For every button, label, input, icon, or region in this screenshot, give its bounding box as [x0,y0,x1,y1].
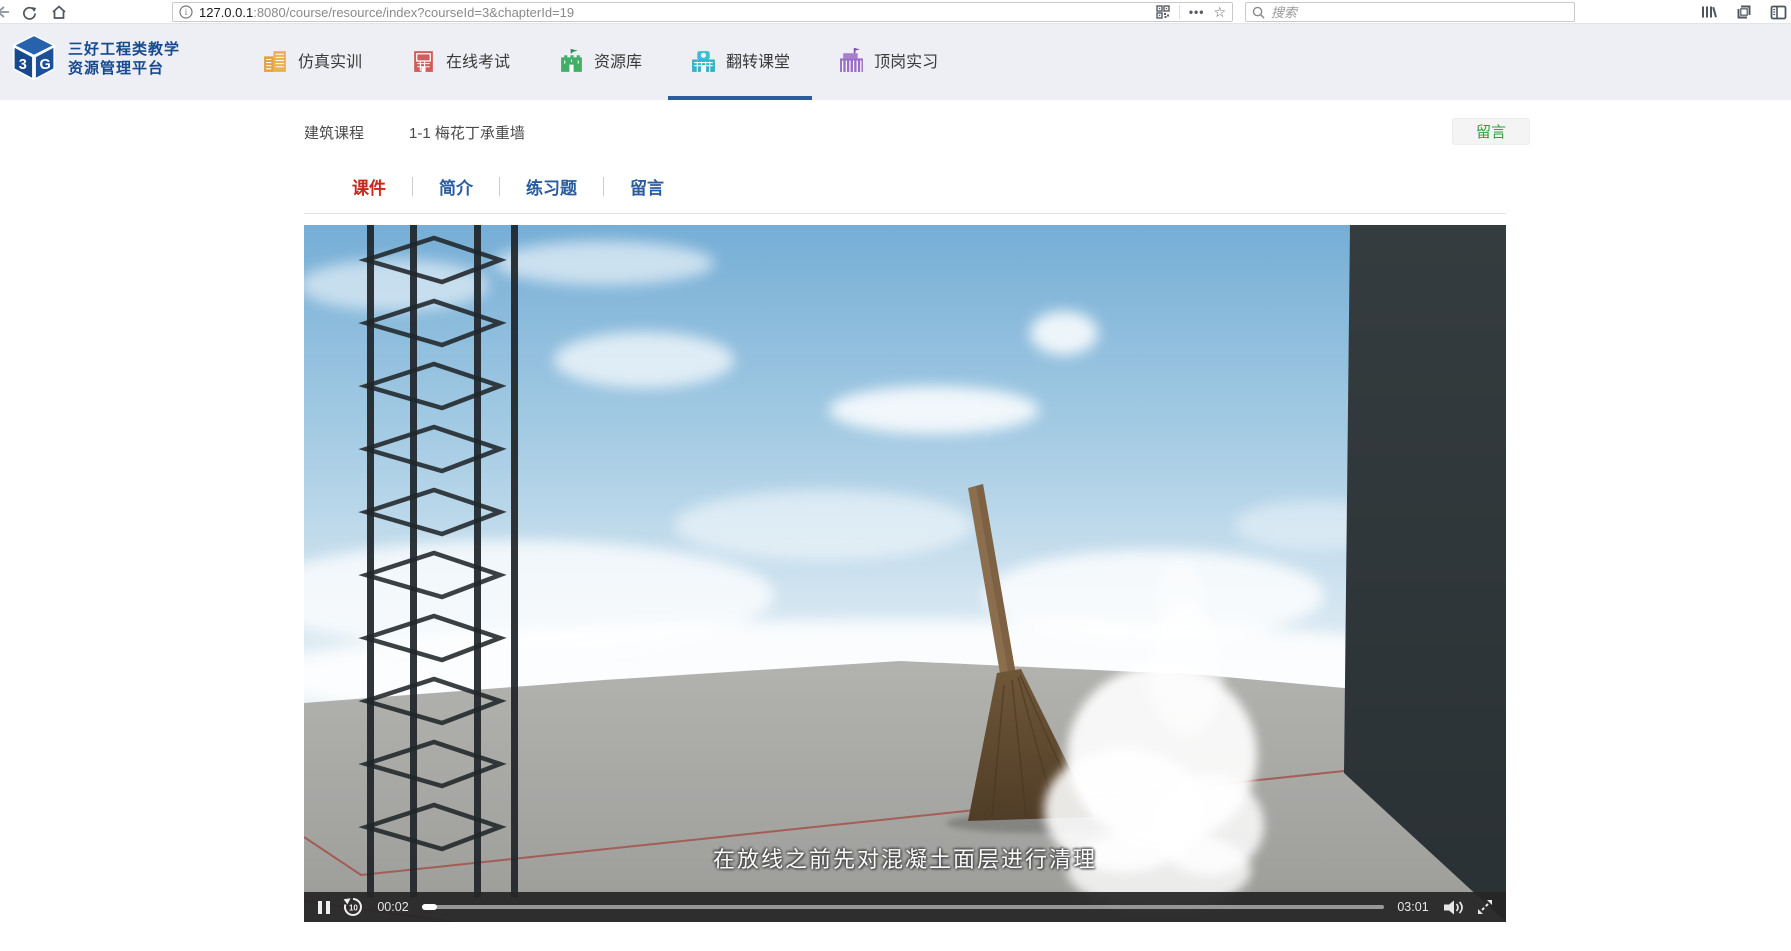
site-header: 3 G 三好工程类教学 资源管理平台 仿真实训 [0,24,1791,100]
logo-line2: 资源管理平台 [68,60,180,79]
qr-code-icon[interactable] [1156,5,1170,19]
message-button[interactable]: 留言 [1452,118,1530,145]
nav-item-resource-library[interactable]: 资源库 [536,24,664,100]
breadcrumb: 建筑课程 1-1 梅花丁承重墙 [304,122,525,143]
site-info-icon[interactable]: i [179,5,193,19]
search-icon [1252,6,1265,19]
nav-item-online-exam[interactable]: 在线考试 [388,24,532,100]
logo-text: 三好工程类教学 资源管理平台 [68,41,180,79]
video-player[interactable]: 在放线之前先对混凝土面层进行清理 10 00:02 03:01 [304,225,1506,922]
current-time: 00:02 [374,900,412,914]
divider [1179,5,1180,19]
content-tabs: 课件 简介 练习题 留言 [326,174,690,199]
ground-plane [304,661,1506,922]
progress-bar[interactable] [422,905,1384,909]
video-subtitle: 在放线之前先对混凝土面层进行清理 [304,842,1506,874]
logo-line1: 三好工程类教学 [68,41,180,60]
pause-button[interactable] [316,899,332,916]
svg-text:G: G [40,57,51,73]
search-input[interactable] [1271,5,1568,20]
breadcrumb-chapter: 1-1 梅花丁承重墙 [409,125,525,142]
castle-green-icon [558,47,585,74]
back-icon[interactable] [0,1,12,23]
school-cyan-icon [690,47,717,74]
factory-purple-icon [838,47,865,74]
fullscreen-icon[interactable] [1476,898,1494,916]
building-orange-icon [262,47,289,74]
sidebar-icon[interactable] [1766,1,1790,23]
screenshot-icon[interactable] [1732,1,1756,23]
site-logo: 3 G 三好工程类教学 资源管理平台 [8,32,180,88]
breadcrumb-course[interactable]: 建筑课程 [304,125,364,142]
refresh-icon[interactable] [18,1,40,23]
nav-item-simulation-training[interactable]: 仿真实训 [240,24,384,100]
svg-text:3: 3 [19,57,27,73]
browser-search[interactable] [1245,2,1575,22]
url-text: 127.0.0.1:8080/course/resource/index?cou… [199,5,1156,20]
url-bar[interactable]: i 127.0.0.1:8080/course/resource/index?c… [172,2,1233,22]
browser-chrome: i 127.0.0.1:8080/course/resource/index?c… [0,0,1791,24]
url-host: 127.0.0.1 [199,5,253,20]
video-controls: 10 00:02 03:01 [304,892,1506,922]
nav-item-label: 在线考试 [446,48,510,72]
divider [304,213,1506,214]
nav-item-label: 翻转课堂 [726,48,790,72]
nav-item-label: 资源库 [594,48,642,72]
tab-exercises[interactable]: 练习题 [500,174,603,199]
progress-played [422,904,437,910]
replay-10-button[interactable]: 10 [342,896,364,918]
bookmark-star-icon[interactable]: ☆ [1213,5,1226,19]
svg-text:i: i [185,7,188,17]
tab-introduction[interactable]: 简介 [413,174,499,199]
svg-text:10: 10 [349,904,358,913]
nav-item-label: 仿真实训 [298,48,362,72]
tab-courseware[interactable]: 课件 [326,174,412,199]
tab-comments[interactable]: 留言 [604,174,690,199]
nav-item-label: 顶岗实习 [874,48,938,72]
duration: 03:01 [1394,900,1432,914]
page-actions-more-icon[interactable]: ••• [1189,5,1205,19]
home-icon[interactable] [48,1,70,23]
volume-icon[interactable] [1442,899,1466,916]
page-actions: ••• ☆ [1156,5,1226,19]
library-icon[interactable] [1696,1,1720,23]
logo-cube-icon: 3 G [8,32,60,88]
nav-item-internship[interactable]: 顶岗实习 [816,24,960,100]
video-frame [304,225,1506,922]
main-nav: 仿真实训 在线考试 资源库 [240,24,964,100]
building-red-icon [410,47,437,74]
nav-item-flipped-classroom[interactable]: 翻转课堂 [668,24,812,100]
url-path: :8080/course/resource/index?courseId=3&c… [253,5,574,20]
